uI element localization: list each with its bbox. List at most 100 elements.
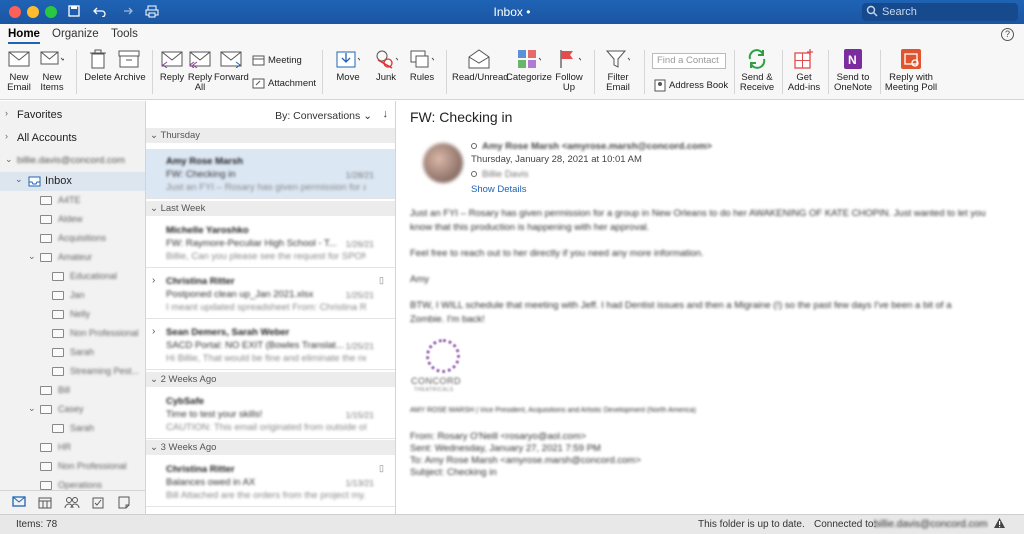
group-header[interactable]: ⌄ 3 Weeks Ago [146, 440, 395, 455]
junk-button[interactable]: Junk [368, 48, 404, 83]
address-book-icon [654, 79, 666, 92]
rules-button[interactable]: Rules [404, 48, 440, 83]
archive-button[interactable]: Archive [114, 48, 146, 83]
forward-button[interactable]: Forward [214, 48, 249, 83]
sync-status: This folder is up to date. [698, 519, 805, 530]
search-input[interactable]: Search [862, 3, 1018, 21]
folder-icon [40, 443, 52, 452]
folder-item[interactable]: Sarah [0, 420, 145, 439]
folder-icon [40, 196, 52, 205]
group-header[interactable]: ⌄ 2 Weeks Ago [146, 372, 395, 387]
sender-line[interactable]: Amy Rose Marsh <amyrose.marsh@concord.co… [471, 141, 712, 152]
onenote-icon: N [841, 48, 865, 70]
attachment-icon: ▯ [379, 463, 384, 473]
message-body: Just an FYI – Rosary has given permissio… [410, 208, 986, 325]
sort-direction-arrow-icon[interactable]: ↓ [383, 108, 389, 120]
help-icon[interactable]: ? [1001, 28, 1014, 41]
meeting-button[interactable]: Meeting [252, 54, 302, 66]
folder-pane: › Favorites › All Accounts ⌄ billie.davi… [0, 101, 146, 514]
sync-icon [745, 48, 769, 70]
message-row[interactable]: ▯ Christina Ritter Balances owed in AX B… [146, 457, 395, 507]
message-row[interactable]: Amy Rose Marsh FW: Checking in Just an F… [146, 149, 395, 199]
reading-pane: FW: Checking in Amy Rose Marsh <amyrose.… [397, 101, 1024, 514]
new-email-button[interactable]: New Email [4, 48, 34, 93]
folder-item[interactable]: A4TE [0, 192, 145, 211]
folder-item[interactable]: Streaming Pest... [0, 363, 145, 382]
find-contact-input[interactable]: Find a Contact [652, 53, 726, 69]
concord-logo [426, 339, 460, 373]
get-addins-button[interactable]: Get Add-ins [786, 48, 822, 93]
sender-avatar [423, 143, 463, 183]
favorites-group[interactable]: › Favorites [0, 106, 145, 125]
tab-tools[interactable]: Tools [111, 28, 138, 40]
folder-inbox[interactable]: ⌄ Inbox [0, 172, 145, 191]
chevron-right-icon: › [5, 131, 8, 141]
reply-all-button[interactable]: Reply All [186, 48, 214, 93]
address-book-button[interactable]: Address Book [654, 79, 728, 92]
people-icon[interactable] [64, 496, 80, 509]
reply-button[interactable]: Reply [158, 48, 186, 83]
new-items-button[interactable]: New Items [36, 48, 68, 93]
folder-icon [40, 215, 52, 224]
folder-icon [40, 386, 52, 395]
folder-item[interactable]: Non Professional [0, 458, 145, 477]
folder-item[interactable]: ⌄ Casey [0, 401, 145, 420]
ribbon-tabs: Home Organize Tools ? [0, 24, 1024, 44]
follow-up-button[interactable]: Follow Up [552, 48, 586, 93]
calendar-icon[interactable] [38, 496, 52, 509]
junk-icon [374, 48, 398, 70]
read-unread-button[interactable]: Read/Unread [452, 48, 509, 83]
folder-item[interactable]: Acquisitions [0, 230, 145, 249]
tab-organize[interactable]: Organize [52, 28, 99, 40]
chevron-right-icon[interactable]: › [152, 275, 155, 286]
notes-icon[interactable] [117, 496, 131, 509]
show-details-link[interactable]: Show Details [471, 184, 526, 195]
account-group[interactable]: ⌄ billie.davis@concord.com [0, 152, 145, 171]
new-items-icon [40, 48, 64, 70]
signature-line: AMY ROSE MARSH | Vice President, Acquisi… [410, 407, 696, 414]
categorize-button[interactable]: Categorize [506, 48, 552, 83]
item-count: Items: 78 [16, 519, 58, 530]
folder-item[interactable]: Non Professional [0, 325, 145, 344]
folder-item[interactable]: HR [0, 439, 145, 458]
chevron-right-icon[interactable]: › [152, 326, 155, 337]
mail-icon[interactable] [12, 496, 26, 509]
chevron-down-icon: ⌄ [15, 174, 23, 184]
all-accounts-group[interactable]: › All Accounts [0, 129, 145, 148]
send-receive-button[interactable]: Send & Receive [738, 48, 776, 93]
logo-subtitle: THEATRICALS [414, 387, 454, 393]
message-date: Thursday, January 28, 2021 at 10:01 AM [471, 154, 642, 165]
group-header[interactable]: ⌄ Last Week [146, 201, 395, 216]
warning-icon[interactable] [993, 517, 1006, 532]
group-header[interactable]: ⌄ Thursday [146, 128, 395, 143]
reply-meeting-poll-button[interactable]: Reply with Meeting Poll [884, 48, 938, 93]
send-to-onenote-button[interactable]: N Send to OneNote [832, 48, 874, 93]
message-list: By: Conversations ⌄ ↓ ⌄ Thursday Amy Ros… [146, 101, 396, 514]
folder-icon [52, 424, 64, 433]
attachment-button[interactable]: Attachment [252, 77, 316, 89]
folder-item[interactable]: Jan [0, 287, 145, 306]
delete-button[interactable]: Delete [84, 48, 112, 83]
tab-home[interactable]: Home [8, 28, 40, 44]
folder-item[interactable]: Aldew [0, 211, 145, 230]
folder-icon [52, 367, 64, 376]
folder-item[interactable]: Nelly [0, 306, 145, 325]
recipient-line[interactable]: Billie Davis [471, 169, 528, 180]
folder-item[interactable]: ⌄ Amateur [0, 249, 145, 268]
sort-dropdown[interactable]: By: Conversations ⌄ [275, 110, 372, 122]
filter-email-button[interactable]: Filter Email [600, 48, 636, 93]
envelope-icon [7, 48, 31, 70]
chevron-down-icon: ⌄ [28, 251, 36, 261]
message-row[interactable]: CybSafe Time to test your skills! CAUTIO… [146, 389, 395, 439]
message-row[interactable]: › ▯ Christina Ritter Postponed clean up_… [146, 269, 395, 319]
tasks-icon[interactable] [91, 496, 105, 509]
message-row[interactable]: › Sean Demers, Sarah Weber SACD Portal: … [146, 320, 395, 370]
search-placeholder: Search [882, 6, 917, 18]
folder-icon [40, 481, 52, 490]
folder-item[interactable]: Bill [0, 382, 145, 401]
folder-item[interactable]: Educational [0, 268, 145, 287]
folder-item[interactable]: Sarah [0, 344, 145, 363]
message-row[interactable]: Michelle Yaroshko FW: Raymore-Peculiar H… [146, 218, 395, 268]
move-button[interactable]: Move [328, 48, 368, 83]
open-envelope-icon [467, 48, 491, 70]
